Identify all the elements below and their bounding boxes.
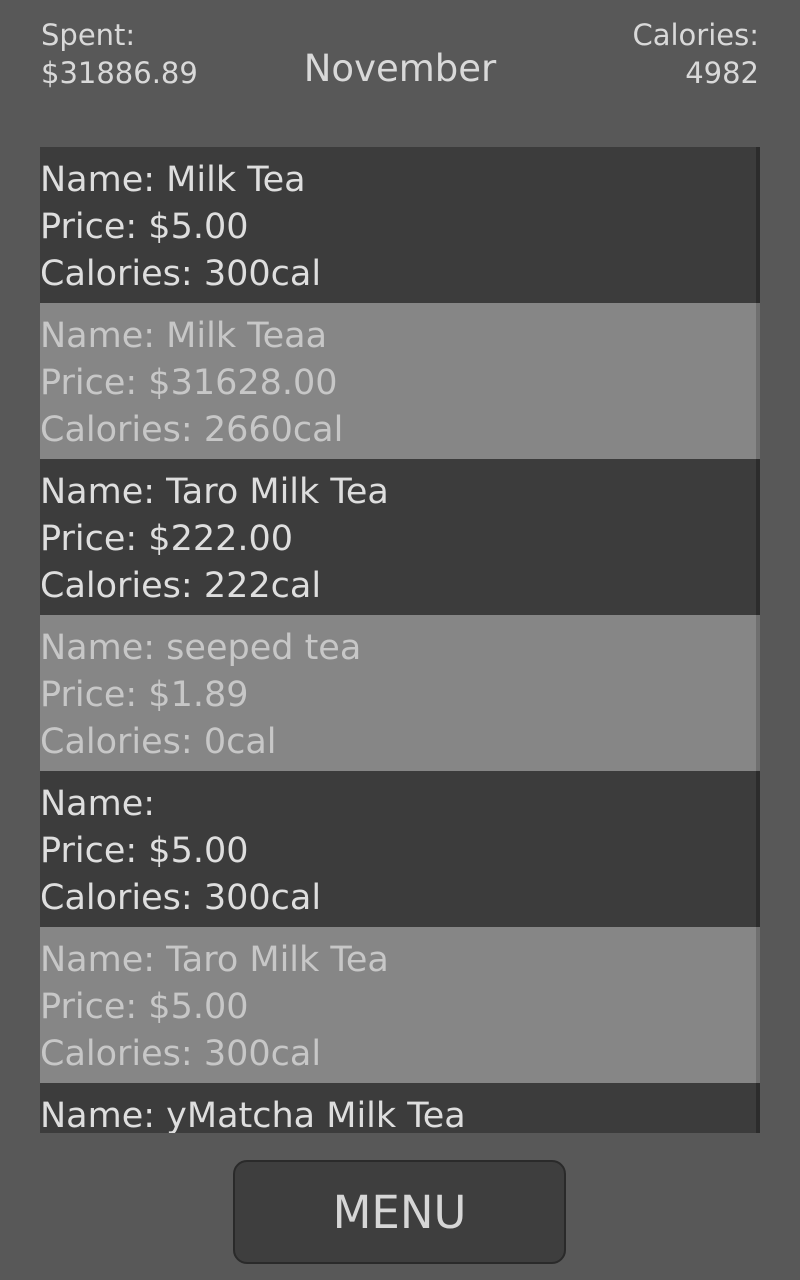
item-name: Name: [40,784,156,824]
item-calories: Calories: 222cal [40,566,322,606]
calories-value: 4982 [685,56,759,90]
item-name: Name: seeped tea [40,628,362,668]
item-calories: Calories: 300cal [40,1034,322,1074]
item-name: Name: Taro Milk Tea [40,472,389,512]
list-item[interactable]: Name: Taro Milk Tea Price: $5.00 Calorie… [40,927,760,1083]
item-price: Price: $1.89 [40,675,249,715]
menu-button[interactable]: MENU [233,1160,566,1264]
list-item[interactable]: Name: Price: $5.00 Calories: 300cal [40,771,760,927]
list-item[interactable]: Name: Milk Tea Price: $5.00 Calories: 30… [40,147,760,303]
item-price: Price: $5.00 [40,831,249,871]
item-price: Price: $222.00 [40,519,294,559]
item-price: Price: $5.00 [40,987,249,1027]
list-item[interactable]: Name: seeped tea Price: $1.89 Calories: … [40,615,760,771]
header: Spent: $31886.89 November Calories: 4982 [0,0,800,140]
list-item[interactable]: Name: Milk Teaa Price: $31628.00 Calorie… [40,303,760,459]
calories-summary: Calories: 4982 [632,16,759,92]
item-name: Name: Milk Teaa [40,316,328,356]
calories-label: Calories: [632,18,759,52]
item-calories: Calories: 0cal [40,722,277,762]
item-name: Name: Milk Tea [40,160,306,200]
list-item[interactable]: Name: yMatcha Milk Tea [40,1083,760,1133]
purchase-list[interactable]: Name: Milk Tea Price: $5.00 Calories: 30… [40,147,760,1133]
item-price: Price: $5.00 [40,207,249,247]
item-calories: Calories: 300cal [40,254,322,294]
item-name: Name: Taro Milk Tea [40,940,389,980]
list-item[interactable]: Name: Taro Milk Tea Price: $222.00 Calor… [40,459,760,615]
item-name: Name: yMatcha Milk Tea [40,1096,466,1133]
item-calories: Calories: 2660cal [40,410,344,450]
item-price: Price: $31628.00 [40,363,338,403]
item-calories: Calories: 300cal [40,878,322,918]
